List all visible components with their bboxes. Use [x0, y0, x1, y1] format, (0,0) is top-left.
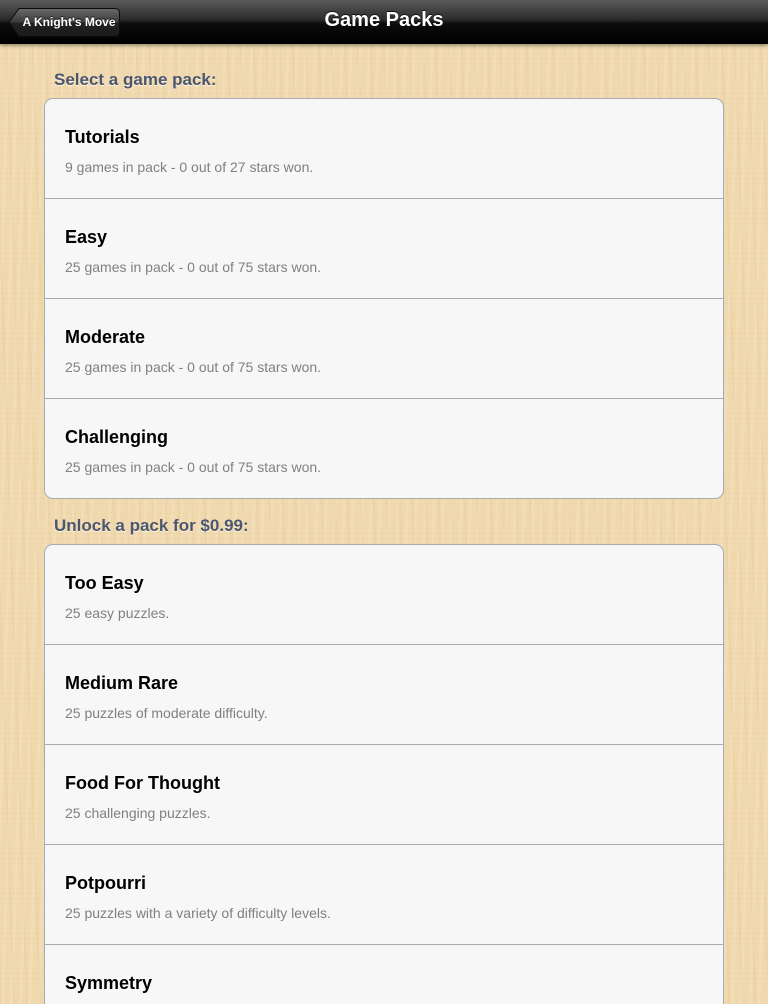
- list-item-title: Tutorials: [65, 127, 140, 147]
- list-item-subtitle: 25 games in pack - 0 out of 75 stars won…: [65, 259, 322, 275]
- list-item-potpourri[interactable]: Potpourri 25 puzzles with a variety of d…: [45, 845, 723, 945]
- list-item-title: Medium Rare: [65, 673, 179, 693]
- list-item-title: Symmetry: [65, 973, 153, 993]
- list-item-food-for-thought[interactable]: Food For Thought 25 challenging puzzles.: [45, 745, 723, 845]
- list-item-tutorials[interactable]: Tutorials 9 games in pack - 0 out of 27 …: [45, 99, 723, 199]
- list-item-challenging[interactable]: Challenging 25 games in pack - 0 out of …: [45, 399, 723, 498]
- list-item-medium-rare[interactable]: Medium Rare 25 puzzles of moderate diffi…: [45, 645, 723, 745]
- list-item-title: Food For Thought: [65, 773, 220, 793]
- list-item-subtitle: 9 games in pack - 0 out of 27 stars won.: [65, 159, 314, 175]
- list-item-title: Potpourri: [65, 873, 146, 893]
- list-item-subtitle: 25 puzzles with a variety of difficulty …: [65, 905, 331, 921]
- page-title: Game Packs: [324, 9, 444, 31]
- list-item-title: Easy: [65, 227, 108, 247]
- owned-packs-list: Tutorials 9 games in pack - 0 out of 27 …: [44, 98, 724, 499]
- owned-section-header: Select a game pack:: [54, 70, 217, 89]
- list-item-subtitle: 25 games in pack - 0 out of 75 stars won…: [65, 359, 322, 375]
- list-item-subtitle: 25 puzzles of moderate difficulty.: [65, 705, 268, 721]
- store-section-header: Unlock a pack for $0.99:: [54, 516, 249, 535]
- list-item-title: Too Easy: [65, 573, 144, 593]
- list-item-subtitle: 25 easy puzzles.: [65, 605, 170, 621]
- list-item-symmetry[interactable]: Symmetry: [45, 945, 723, 1004]
- list-item-subtitle: 25 games in pack - 0 out of 75 stars won…: [65, 459, 322, 475]
- list-item-too-easy[interactable]: Too Easy 25 easy puzzles.: [45, 545, 723, 645]
- list-item-title: Challenging: [65, 427, 168, 447]
- store-packs-list: Too Easy 25 easy puzzles. Medium Rare 25…: [44, 544, 724, 1004]
- list-item-subtitle: 25 challenging puzzles.: [65, 805, 211, 821]
- list-item-title: Moderate: [65, 327, 146, 347]
- list-item-easy[interactable]: Easy 25 games in pack - 0 out of 75 star…: [45, 199, 723, 299]
- navigation-bar: A Knight's Move Game Packs: [0, 0, 768, 44]
- list-item-moderate[interactable]: Moderate 25 games in pack - 0 out of 75 …: [45, 299, 723, 399]
